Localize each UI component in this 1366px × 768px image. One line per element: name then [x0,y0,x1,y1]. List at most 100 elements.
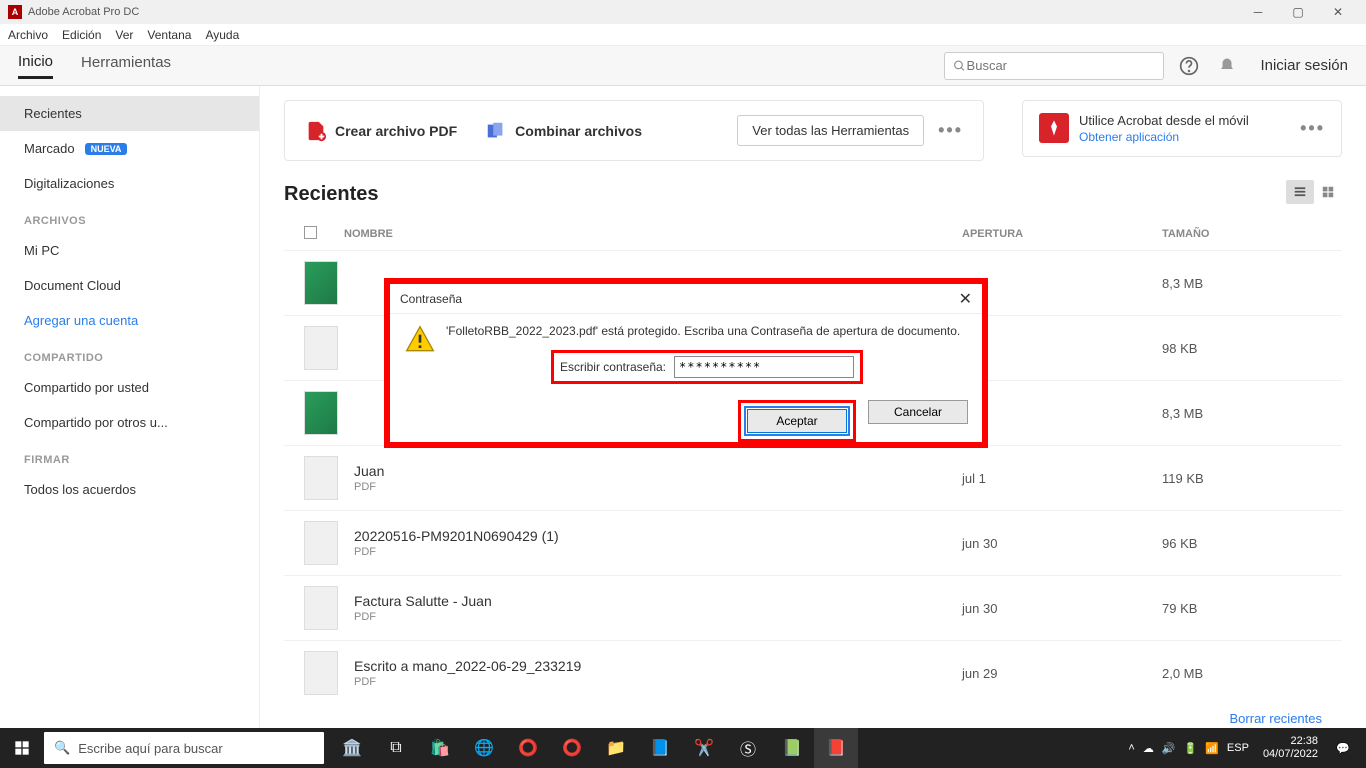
sidebar-item-mypc[interactable]: Mi PC [0,233,259,268]
see-all-tools-button[interactable]: Ver todas las Herramientas [737,115,924,146]
create-pdf-button[interactable]: Crear archivo PDF [305,120,457,142]
tray-chevron-icon[interactable]: ˄ [1128,742,1134,754]
sidebar-item-scans[interactable]: Digitalizaciones [0,166,259,201]
file-size: 98 KB [1162,341,1322,356]
taskbar-excel-icon[interactable]: 📗 [770,728,814,768]
system-tray: ˄ ☁ 🔊 🔋 📶 ESP 22:38 04/07/2022 💬 [1128,728,1366,768]
sidebar-item-doccloud[interactable]: Document Cloud [0,268,259,303]
taskbar-acrobat-icon[interactable]: 📕 [814,728,858,768]
dialog-close-button[interactable]: ✕ [959,289,972,309]
search-box[interactable] [944,52,1164,80]
dialog-message: 'FolletoRBB_2022_2023.pdf' está protegid… [446,324,968,338]
taskbar-taskview-icon[interactable]: ⧉ [374,728,418,768]
list-view-button[interactable] [1286,180,1314,204]
taskbar-search-icon: 🔍 [54,740,70,756]
tray-wifi-icon[interactable]: 📶 [1205,742,1219,755]
cancel-button[interactable]: Cancelar [868,400,968,424]
notifications-icon[interactable] [1214,53,1240,79]
combine-files-button[interactable]: Combinar archivos [485,120,642,142]
tab-home[interactable]: Inicio [18,53,53,79]
sidebar-header-files: ARCHIVOS [0,201,259,233]
start-button[interactable] [0,728,44,768]
taskbar-word-icon[interactable]: 📘 [638,728,682,768]
file-size: 79 KB [1162,601,1322,616]
taskbar-chrome-icon[interactable]: ⭕ [506,728,550,768]
file-thumbnail [304,456,338,500]
table-row[interactable]: JuanPDFjul 1119 KB [284,445,1342,510]
file-name: Factura Salutte - Juan [354,593,962,609]
taskbar-skype-icon[interactable]: Ⓢ [726,728,770,768]
dialog-title: Contraseña [400,292,462,306]
password-dialog: Contraseña ✕ 'FolletoRBB_2022_2023.pdf' … [384,278,988,448]
taskbar-news-icon[interactable]: 🏛️ [330,728,374,768]
file-thumbnail [304,391,338,435]
close-button[interactable]: ✕ [1318,0,1358,24]
table-row[interactable]: Factura Salutte - JuanPDFjun 3079 KB [284,575,1342,640]
taskbar-search[interactable]: 🔍 Escribe aquí para buscar [44,732,324,764]
search-input[interactable] [967,58,1156,73]
acrobat-mobile-icon [1039,113,1069,143]
table-row[interactable]: Escrito a mano_2022-06-29_233219PDFjun 2… [284,640,1342,705]
combine-files-icon [485,120,507,142]
menu-window[interactable]: Ventana [147,28,191,42]
file-opened: jun 29 [962,666,1162,681]
new-badge: NUEVA [85,143,128,155]
file-thumbnail [304,586,338,630]
file-thumbnail [304,326,338,370]
sidebar-item-sharedbyyou[interactable]: Compartido por usted [0,370,259,405]
col-name[interactable]: NOMBRE [344,228,962,240]
acrobat-app-icon: A [8,5,22,19]
warning-icon [404,324,436,356]
more-tools-icon[interactable]: ••• [938,120,963,141]
tray-volume-icon[interactable]: 🔊 [1162,742,1176,755]
file-name: 20220516-PM9201N0690429 (1) [354,528,962,544]
sidebar-header-shared: COMPARTIDO [0,338,259,370]
tray-clock[interactable]: 22:38 04/07/2022 [1263,735,1318,761]
menu-file[interactable]: Archivo [8,28,48,42]
menu-view[interactable]: Ver [115,28,133,42]
select-all-checkbox[interactable] [304,226,317,239]
sidebar-item-agreements[interactable]: Todos los acuerdos [0,472,259,507]
tray-notifications-icon[interactable]: 💬 [1326,728,1360,768]
tray-onedrive-icon[interactable]: ☁ [1143,742,1154,755]
promo-link[interactable]: Obtener aplicación [1079,130,1249,144]
password-input[interactable] [674,356,854,378]
taskbar-edge-icon[interactable]: 🌐 [462,728,506,768]
window-title: Adobe Acrobat Pro DC [28,6,1238,18]
section-title: Recientes [284,183,1342,206]
password-field-highlight: Escribir contraseña: [551,350,863,384]
menu-help[interactable]: Ayuda [205,28,239,42]
sidebar-item-sharedbyothers[interactable]: Compartido por otros u... [0,405,259,440]
menu-bar: Archivo Edición Ver Ventana Ayuda [0,24,1366,46]
minimize-button[interactable]: ─ [1238,0,1278,24]
sidebar-item-addaccount[interactable]: Agregar una cuenta [0,303,259,338]
tray-language[interactable]: ESP [1227,742,1249,754]
window-titlebar: A Adobe Acrobat Pro DC ─ ▢ ✕ [0,0,1366,24]
taskbar-store-icon[interactable]: 🛍️ [418,728,462,768]
taskbar-explorer-icon[interactable]: 📁 [594,728,638,768]
taskbar-snip-icon[interactable]: ✂️ [682,728,726,768]
password-label: Escribir contraseña: [560,360,666,374]
promo-title: Utilice Acrobat desde el móvil [1079,113,1249,130]
file-size: 119 KB [1162,471,1322,486]
tab-tools[interactable]: Herramientas [81,54,171,77]
dialog-titlebar: Contraseña ✕ [390,284,982,314]
col-opened[interactable]: APERTURA [962,228,1162,240]
create-pdf-icon [305,120,327,142]
grid-view-button[interactable] [1314,180,1342,204]
menu-edit[interactable]: Edición [62,28,101,42]
file-thumbnail [304,651,338,695]
maximize-button[interactable]: ▢ [1278,0,1318,24]
accept-button[interactable]: Aceptar [747,409,847,433]
table-row[interactable]: 20220516-PM9201N0690429 (1)PDFjun 3096 K… [284,510,1342,575]
taskbar-chrome-canary-icon[interactable]: ⭕ [550,728,594,768]
tray-battery-icon[interactable]: 🔋 [1184,742,1198,755]
col-size[interactable]: TAMAÑO [1162,228,1322,240]
sidebar-item-marked[interactable]: Marcado NUEVA [0,131,259,166]
help-icon[interactable] [1176,53,1202,79]
clear-recents-link[interactable]: Borrar recientes [284,705,1342,728]
sidebar-header-sign: FIRMAR [0,440,259,472]
signin-button[interactable]: Iniciar sesión [1260,57,1348,74]
promo-more-icon[interactable]: ••• [1300,118,1325,139]
sidebar-item-recent[interactable]: Recientes [0,96,259,131]
